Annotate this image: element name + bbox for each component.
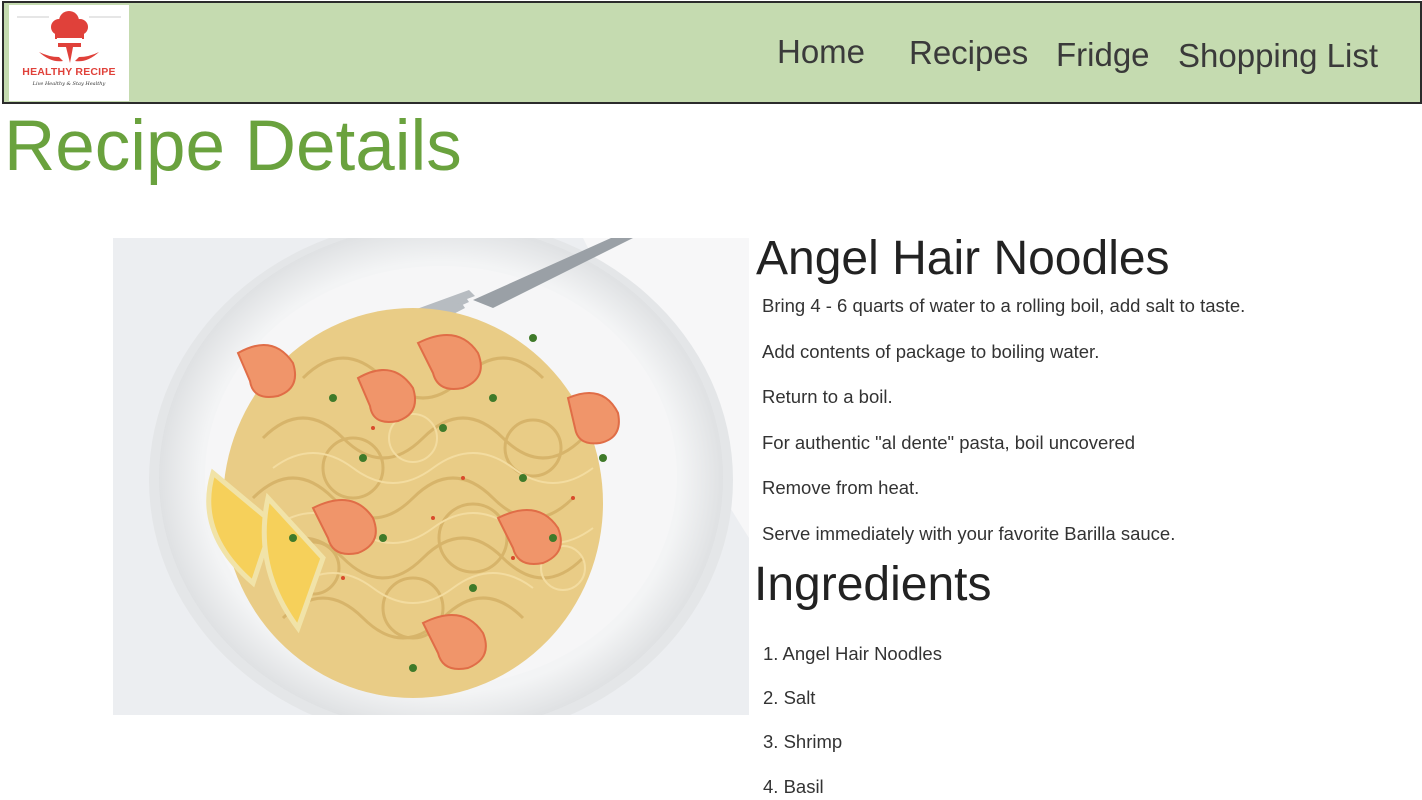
top-navbar: HEALTHY RECIPE Live Healthy & Stay Healt… [2,1,1422,104]
instruction-step: Add contents of package to boiling water… [762,341,1100,362]
page-title: Recipe Details [4,107,462,186]
instruction-step: For authentic "al dente" pasta, boil unc… [762,432,1136,453]
logo-name: HEALTHY RECIPE [22,66,116,78]
ingredient-item: 2. Salt [763,687,816,708]
site-logo[interactable]: HEALTHY RECIPE Live Healthy & Stay Healt… [9,5,129,101]
pasta-dish-image [113,238,749,715]
ingredient-item: 3. Shrimp [763,731,843,752]
instruction-step: Bring 4 - 6 quarts of water to a rolling… [762,295,1246,316]
logo-tagline: Live Healthy & Stay Healthy [32,81,106,87]
instruction-step: Return to a boil. [762,386,893,407]
nav-link-recipes[interactable]: Recipes [909,34,1028,72]
ingredient-item: 1. Angel Hair Noodles [763,643,942,664]
nav-link-shopping-list[interactable]: Shopping List [1178,37,1378,75]
ingredient-item: 4. Basil [763,776,824,797]
recipe-name: Angel Hair Noodles [756,232,1170,285]
nav-link-fridge[interactable]: Fridge [1056,36,1150,74]
ingredients-heading: Ingredients [754,558,992,611]
instruction-step: Remove from heat. [762,477,920,498]
nav-link-home[interactable]: Home [777,33,865,71]
recipe-photo [113,238,749,715]
instruction-step: Serve immediately with your favorite Bar… [762,523,1176,544]
